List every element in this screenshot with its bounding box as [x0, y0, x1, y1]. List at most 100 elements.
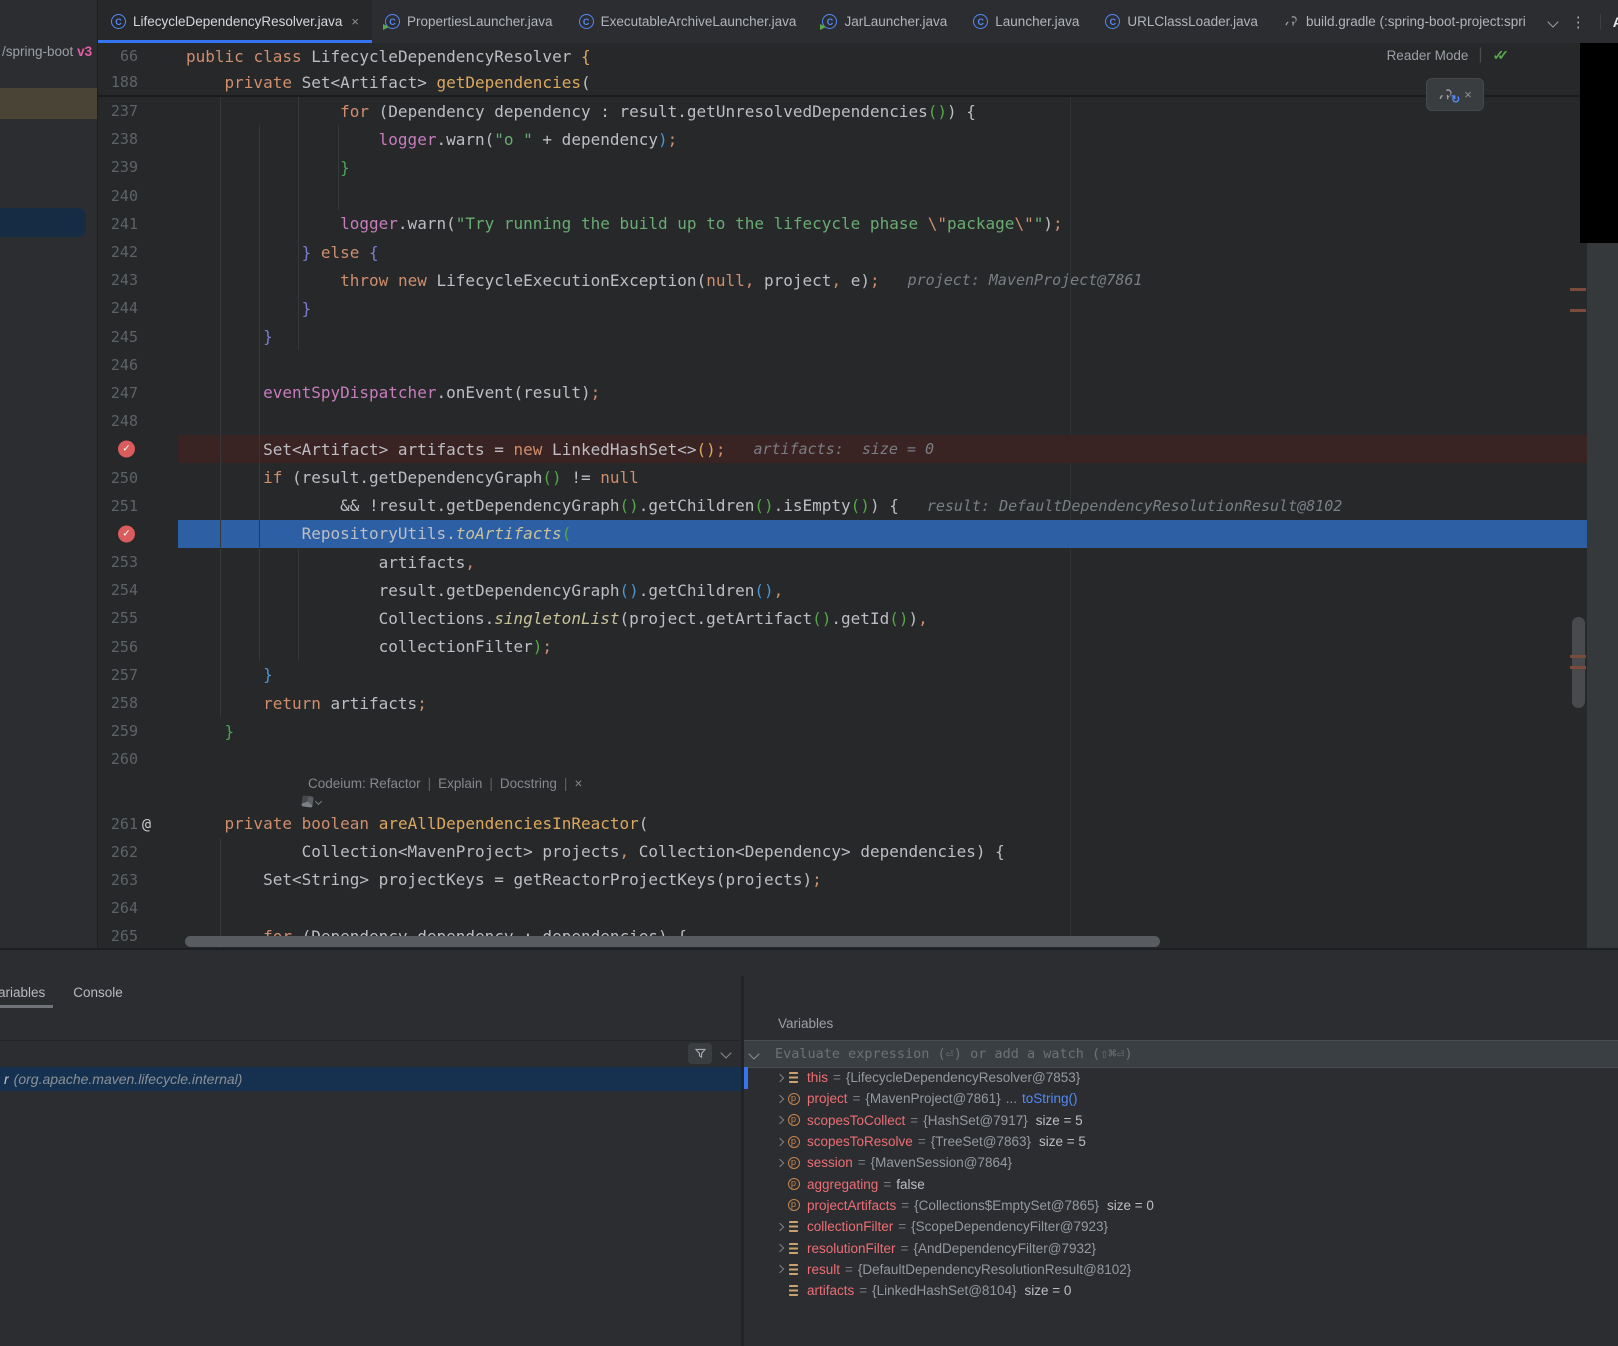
variable-row-projectArtifacts[interactable]: pprojectArtifacts={Collections$EmptySet@…: [744, 1195, 1618, 1216]
vertical-scrollbar-thumb[interactable]: [1572, 617, 1585, 708]
code-line[interactable]: Set<String> projectKeys = getReactorProj…: [178, 866, 1587, 894]
editor-gutter[interactable]: 258: [98, 689, 178, 717]
tab-URLClassLoader[interactable]: CURLClassLoader.java: [1092, 0, 1271, 43]
code-editor[interactable]: 237 for (Dependency dependency : result.…: [98, 43, 1587, 948]
tab-ExecutableArchiveLauncher[interactable]: CExecutableArchiveLauncher.java: [566, 0, 810, 43]
line-number[interactable]: 66: [98, 47, 138, 65]
code-line[interactable]: throw new LifecycleExecutionException(nu…: [178, 266, 1587, 294]
editor-gutter[interactable]: 264: [98, 894, 178, 922]
editor-gutter[interactable]: 253: [98, 548, 178, 576]
line-number[interactable]: 248: [98, 412, 138, 430]
inspections-ok-icon[interactable]: ✓✓: [1493, 47, 1509, 64]
variable-row-artifacts[interactable]: artifacts={LinkedHashSet@8104}size = 0: [744, 1280, 1618, 1301]
line-number[interactable]: 264: [98, 899, 138, 917]
variable-row-scopesToCollect[interactable]: pscopesToCollect={HashSet@7917}size = 5: [744, 1110, 1618, 1131]
variable-row-resolutionFilter[interactable]: resolutionFilter={AndDependencyFilter@79…: [744, 1237, 1618, 1258]
line-number[interactable]: 243: [98, 271, 138, 289]
breakpoint-icon[interactable]: ✓: [118, 525, 135, 542]
variable-row-collectionFilter[interactable]: collectionFilter={ScopeDependencyFilter@…: [744, 1216, 1618, 1237]
variable-row-result[interactable]: result={DefaultDependencyResolutionResul…: [744, 1259, 1618, 1280]
editor-gutter[interactable]: 248: [98, 407, 178, 435]
line-number[interactable]: 238: [98, 130, 138, 148]
code-line[interactable]: [178, 794, 1587, 810]
line-number[interactable]: 261: [98, 815, 138, 833]
line-number[interactable]: 250: [98, 469, 138, 487]
error-stripe-mark[interactable]: [1570, 288, 1586, 291]
line-number[interactable]: 257: [98, 666, 138, 684]
expand-chevron-icon[interactable]: [776, 1137, 784, 1145]
editor-gutter[interactable]: 259: [98, 717, 178, 745]
editor-gutter[interactable]: 251: [98, 492, 178, 520]
code-line[interactable]: if (result.getDependencyGraph() != null: [178, 463, 1587, 491]
line-number[interactable]: 259: [98, 722, 138, 740]
chevron-down-icon[interactable]: [315, 798, 322, 805]
editor-gutter[interactable]: 242: [98, 238, 178, 266]
error-stripe-mark[interactable]: [1570, 666, 1586, 669]
chevron-down-icon[interactable]: [748, 1048, 759, 1059]
line-number[interactable]: 262: [98, 843, 138, 861]
code-line[interactable]: } else {: [178, 238, 1587, 266]
code-line[interactable]: Collections.singletonList(project.getArt…: [178, 604, 1587, 632]
expand-chevron-icon[interactable]: [776, 1095, 784, 1103]
editor-gutter[interactable]: [98, 774, 178, 794]
editor-gutter[interactable]: 254: [98, 576, 178, 604]
codeium-action-docstring[interactable]: Docstring: [500, 776, 557, 791]
code-line[interactable]: private boolean areAllDependenciesInReac…: [178, 810, 1587, 838]
editor-gutter[interactable]: 66: [98, 43, 178, 69]
project-tree-highlighted-row[interactable]: [0, 88, 98, 119]
code-line[interactable]: for (Dependency dependency : result.getU…: [178, 97, 1587, 125]
editor-gutter[interactable]: [98, 794, 178, 810]
execution-line[interactable]: RepositoryUtils.toArtifacts(: [178, 520, 1587, 548]
error-stripe-mark[interactable]: [1570, 309, 1586, 312]
tab-build[interactable]: build.gradle (:spring-boot-project:spri: [1271, 0, 1539, 43]
code-line[interactable]: Codeium: Refactor|Explain|Docstring|×: [178, 774, 1587, 794]
code-line[interactable]: }: [178, 153, 1587, 181]
line-number[interactable]: 241: [98, 215, 138, 233]
line-number[interactable]: 246: [98, 356, 138, 374]
code-line[interactable]: }: [178, 661, 1587, 689]
editor-gutter[interactable]: 265: [98, 922, 178, 948]
code-line[interactable]: [178, 745, 1587, 773]
close-icon[interactable]: ×: [1464, 87, 1472, 102]
project-root-node[interactable]: /spring-boot v3: [2, 44, 92, 59]
tab-variables[interactable]: Variables: [0, 978, 45, 1010]
editor-gutter[interactable]: 250: [98, 463, 178, 491]
line-number[interactable]: 237: [98, 102, 138, 120]
line-number[interactable]: 265: [98, 927, 138, 945]
variable-row-scopesToResolve[interactable]: pscopesToResolve={TreeSet@7863}size = 5: [744, 1131, 1618, 1152]
codeium-icon[interactable]: [301, 795, 313, 807]
editor-gutter[interactable]: 245: [98, 323, 178, 351]
editor-gutter[interactable]: 188: [98, 69, 178, 95]
breakpoint-icon[interactable]: ✓: [118, 441, 135, 458]
line-number[interactable]: 188: [98, 73, 138, 91]
gradle-sync-icon[interactable]: ↻: [1438, 87, 1456, 103]
editor-gutter[interactable]: 247: [98, 379, 178, 407]
variable-row-this[interactable]: this={LifecycleDependencyResolver@7853}: [744, 1067, 1618, 1088]
expand-chevron-icon[interactable]: [776, 1116, 784, 1124]
expand-chevron-icon[interactable]: [776, 1222, 784, 1230]
line-number[interactable]: 251: [98, 497, 138, 515]
line-number[interactable]: 253: [98, 553, 138, 571]
code-line[interactable]: artifacts,: [178, 548, 1587, 576]
code-line[interactable]: }: [178, 323, 1587, 351]
variable-row-aggregating[interactable]: paggregating=false: [744, 1173, 1618, 1194]
editor-gutter[interactable]: ✓: [98, 435, 178, 463]
line-number[interactable]: 254: [98, 581, 138, 599]
editor-gutter[interactable]: 237: [98, 97, 178, 125]
code-line[interactable]: return artifacts;: [178, 689, 1587, 717]
code-line[interactable]: result.getDependencyGraph().getChildren(…: [178, 576, 1587, 604]
code-line[interactable]: collectionFilter);: [178, 633, 1587, 661]
code-line[interactable]: [178, 351, 1587, 379]
variable-row-project[interactable]: pproject={MavenProject@7861}...toString(…: [744, 1088, 1618, 1109]
line-number[interactable]: 242: [98, 243, 138, 261]
expand-chevron-icon[interactable]: [776, 1265, 784, 1273]
ai-assistant-button[interactable]: AI: [1600, 14, 1618, 30]
line-number[interactable]: 256: [98, 638, 138, 656]
line-number[interactable]: 260: [98, 750, 138, 768]
code-line[interactable]: Collection<MavenProject> projects, Colle…: [178, 838, 1587, 866]
code-line[interactable]: private Set<Artifact> getDependencies(: [178, 69, 1587, 95]
error-stripe-mark[interactable]: [1570, 655, 1586, 658]
add-watch-field[interactable]: Evaluate expression (⏎) or add a watch (…: [744, 1040, 1618, 1068]
codeium-close-icon[interactable]: ×: [574, 776, 582, 791]
tab-Launcher[interactable]: CLauncher.java: [960, 0, 1092, 43]
